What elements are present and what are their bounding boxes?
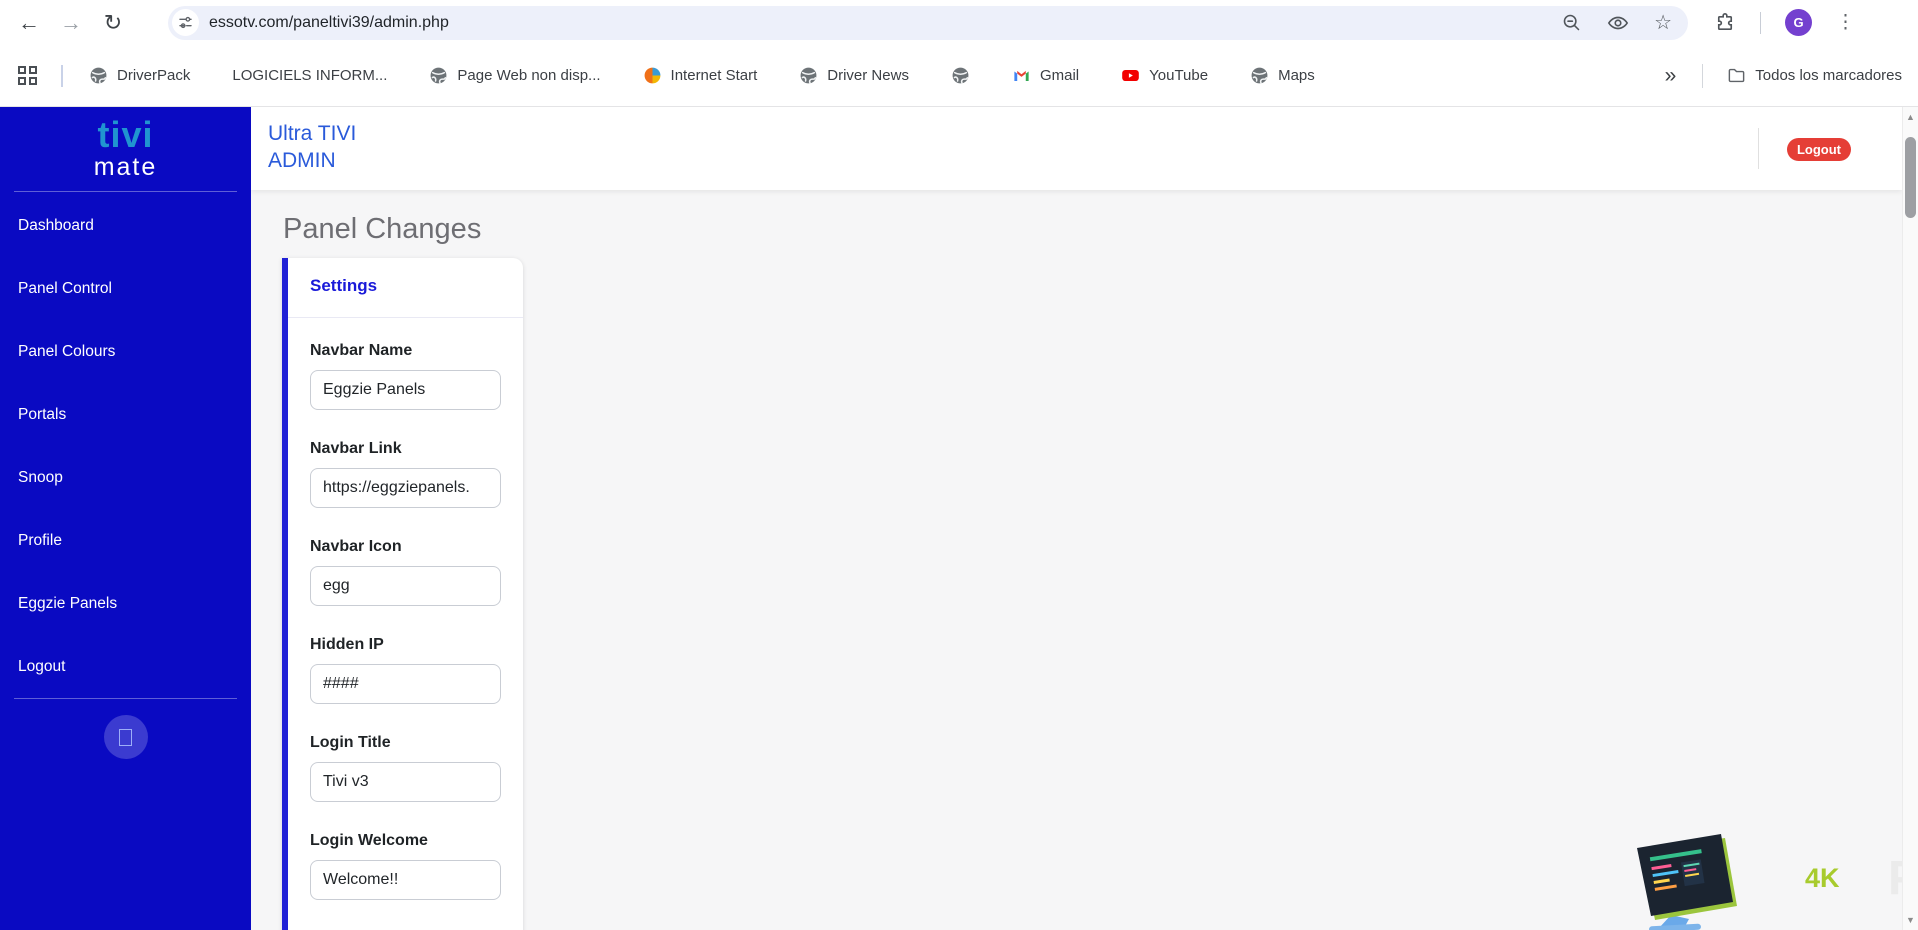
zoom-out-icon[interactable] <box>1561 12 1582 33</box>
globe-icon <box>951 66 970 85</box>
toolbar-separator <box>1760 12 1761 34</box>
sidebar-item-panel-colours[interactable]: Panel Colours <box>0 320 251 383</box>
url-text[interactable]: essotv.com/paneltivi39/admin.php <box>209 14 449 32</box>
back-icon[interactable]: ← <box>12 6 46 40</box>
extensions-icon[interactable] <box>1714 12 1736 34</box>
profile-avatar[interactable]: G <box>1785 9 1812 36</box>
navbar-name-input[interactable] <box>310 370 501 410</box>
admin-title-line2: ADMIN <box>268 147 356 174</box>
admin-title-line1: Ultra TIVI <box>268 120 356 147</box>
navbar-icon-input[interactable] <box>310 566 501 606</box>
sidebar-item-profile[interactable]: Profile <box>0 509 251 572</box>
all-bookmarks-label: Todos los marcadores <box>1755 67 1902 84</box>
tab-settings[interactable]: Settings <box>310 276 377 295</box>
sidebar-item-snoop[interactable]: Snoop <box>0 446 251 509</box>
login-title-label: Login Title <box>310 734 501 752</box>
logo-text-top: tivi <box>0 117 251 153</box>
main-area: Ultra TIVI ADMIN Logout Panel Changes Se… <box>251 107 1902 930</box>
reload-icon[interactable]: ↻ <box>96 6 130 40</box>
bookmark-label: Gmail <box>1040 67 1079 84</box>
admin-header: Ultra TIVI ADMIN Logout <box>251 107 1902 190</box>
pinwheel-icon <box>643 66 662 85</box>
browser-menu-icon[interactable]: ⋮ <box>1836 11 1855 34</box>
globe-icon <box>89 66 108 85</box>
bookmark-label: Internet Start <box>671 67 758 84</box>
page-content: tivi mate Dashboard Panel Control Panel … <box>0 107 1918 930</box>
sidebar-item-eggzie-panels[interactable]: Eggzie Panels <box>0 572 251 635</box>
navbar-name-label: Navbar Name <box>310 342 501 360</box>
bookmark-label: Page Web non disp... <box>457 67 600 84</box>
forward-icon[interactable]: → <box>54 6 88 40</box>
sidebar-item-dashboard[interactable]: Dashboard <box>0 194 251 257</box>
bookmark-maps[interactable]: Maps <box>1250 66 1315 85</box>
hidden-ip-input[interactable] <box>310 664 501 704</box>
watermark-text: PS <box>1888 851 1902 906</box>
resolution-label: 4K <box>1805 863 1840 894</box>
sidebar: tivi mate Dashboard Panel Control Panel … <box>0 107 251 930</box>
globe-icon <box>799 66 818 85</box>
login-welcome-label: Login Welcome <box>310 832 501 850</box>
navbar-link-label: Navbar Link <box>310 440 501 458</box>
scroll-up-icon[interactable]: ▲ <box>1903 107 1918 127</box>
bookmark-youtube[interactable]: YouTube <box>1121 66 1208 85</box>
bookmark-page-web[interactable]: Page Web non disp... <box>429 66 600 85</box>
logout-button[interactable]: Logout <box>1787 138 1851 161</box>
bookmarks-separator <box>61 65 63 87</box>
bookmark-internet-start[interactable]: Internet Start <box>643 66 758 85</box>
scroll-down-icon[interactable]: ▼ <box>1903 910 1918 930</box>
address-bar[interactable]: essotv.com/paneltivi39/admin.php ☆ <box>168 6 1688 40</box>
login-title-input[interactable] <box>310 762 501 802</box>
bookmark-label: DriverPack <box>117 67 190 84</box>
monitor-4k-illustration <box>1625 830 1745 930</box>
hidden-ip-label: Hidden IP <box>310 636 501 654</box>
sidebar-item-panel-control[interactable]: Panel Control <box>0 257 251 320</box>
bookmark-driver-news[interactable]: Driver News <box>799 66 909 85</box>
bookmark-gmail[interactable]: Gmail <box>1012 66 1079 85</box>
bookmark-unnamed[interactable] <box>951 66 970 85</box>
eye-icon[interactable] <box>1607 12 1629 34</box>
bookmark-driverpack[interactable]: DriverPack <box>89 66 190 85</box>
bookmark-star-icon[interactable]: ☆ <box>1654 13 1672 33</box>
sidebar-nav: Dashboard Panel Control Panel Colours Po… <box>0 194 251 698</box>
bookmark-label: Maps <box>1278 67 1315 84</box>
bookmark-label: Driver News <box>827 67 909 84</box>
youtube-icon <box>1121 66 1140 85</box>
bookmarks-overflow-icon[interactable]: » <box>1665 64 1677 88</box>
navbar-icon-label: Navbar Icon <box>310 538 501 556</box>
bookmark-label: YouTube <box>1149 67 1208 84</box>
bookmark-logiciels[interactable]: LOGICIELS INFORM... <box>232 67 387 84</box>
sidebar-divider <box>14 191 237 192</box>
sidebar-circle-button[interactable] <box>104 715 148 759</box>
tivimate-logo: tivi mate <box>0 107 251 180</box>
navbar-link-input[interactable] <box>310 468 501 508</box>
globe-icon <box>1250 66 1269 85</box>
bookmark-label: LOGICIELS INFORM... <box>232 67 387 84</box>
settings-card: Settings Navbar Name Navbar Link Navbar … <box>282 258 523 930</box>
page-scrollbar[interactable]: ▲ ▼ <box>1902 107 1918 930</box>
logo-text-bottom: mate <box>0 155 251 180</box>
bookmarks-bar: DriverPack LOGICIELS INFORM... Page Web … <box>0 45 1918 107</box>
admin-title[interactable]: Ultra TIVI ADMIN <box>268 120 356 174</box>
sidebar-item-logout[interactable]: Logout <box>0 635 251 698</box>
apps-grid-icon[interactable] <box>18 66 37 85</box>
browser-toolbar: ← → ↻ essotv.com/paneltivi39/admin.php ☆… <box>0 0 1918 45</box>
folder-icon <box>1727 66 1746 85</box>
globe-icon <box>429 66 448 85</box>
all-bookmarks-button[interactable]: Todos los marcadores <box>1727 66 1902 85</box>
gmail-icon <box>1012 66 1031 85</box>
sidebar-divider <box>14 698 237 699</box>
login-welcome-input[interactable] <box>310 860 501 900</box>
scrollbar-thumb[interactable] <box>1905 137 1916 218</box>
header-divider <box>1758 128 1759 169</box>
sidebar-item-portals[interactable]: Portals <box>0 383 251 446</box>
placeholder-glyph-icon <box>119 729 132 746</box>
settings-form: Navbar Name Navbar Link Navbar Icon Hidd… <box>288 318 523 930</box>
site-info-icon[interactable] <box>172 9 199 36</box>
page-title: Panel Changes <box>283 213 481 246</box>
bookmarks-separator <box>1702 64 1703 88</box>
